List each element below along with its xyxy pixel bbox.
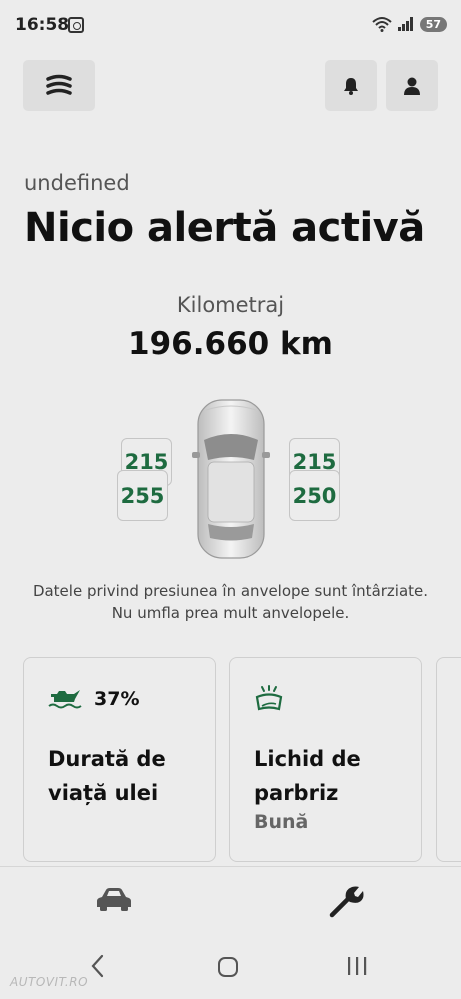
tire-pressure-note: Datele privind presiunea în anvelope sun… — [32, 582, 429, 622]
bottom-navigation — [0, 866, 461, 936]
car-top-view-illustration — [192, 399, 270, 559]
watermark-logo: AUTOVIT.RO — [10, 975, 89, 989]
status-time: 16:58 — [15, 15, 70, 35]
nav-service-tab[interactable] — [328, 883, 364, 923]
status-bar: 16:58 57 — [0, 0, 461, 52]
wrench-icon — [329, 886, 364, 918]
bell-icon — [344, 77, 358, 95]
signal-icon — [397, 17, 413, 31]
washer-fluid-title: Lichid de parbriz — [254, 747, 361, 805]
nav-vehicle-tab[interactable] — [96, 887, 132, 915]
notifications-button[interactable] — [325, 60, 377, 111]
oil-life-percent: 37% — [94, 688, 140, 710]
battery-icon: 57 — [419, 16, 447, 32]
washer-fluid-status: Bună — [254, 811, 309, 833]
profile-button[interactable] — [386, 60, 438, 111]
mileage-value: 196.660 km — [128, 326, 333, 362]
vehicle-name: undefined — [24, 171, 130, 195]
user-icon — [404, 77, 420, 95]
next-card-peek[interactable] — [436, 657, 461, 862]
recents-icon[interactable] — [346, 956, 368, 976]
screenshot-icon — [68, 17, 84, 33]
menu-button[interactable] — [23, 60, 95, 111]
menu-stack-icon — [46, 74, 72, 95]
tire-pressure-rear-left: 255 — [117, 470, 168, 521]
back-icon[interactable] — [90, 954, 106, 978]
home-icon[interactable] — [218, 957, 238, 977]
washer-fluid-card[interactable]: Lichid de parbriz Bună — [229, 657, 422, 862]
car-icon — [97, 888, 131, 911]
oil-can-icon — [48, 690, 82, 709]
tire-pressure-rear-right: 250 — [289, 470, 340, 521]
windshield-washer-icon — [255, 685, 283, 711]
alert-status-title: Nicio alertă activă — [24, 205, 425, 251]
oil-life-title: Durată de viață ulei — [48, 747, 166, 805]
mileage-label: Kilometraj — [176, 293, 285, 317]
oil-life-card[interactable]: 37% Durată de viață ulei — [23, 657, 216, 862]
status-icons: 57 — [372, 16, 447, 32]
wifi-icon — [372, 17, 392, 32]
system-navigation — [0, 940, 461, 999]
